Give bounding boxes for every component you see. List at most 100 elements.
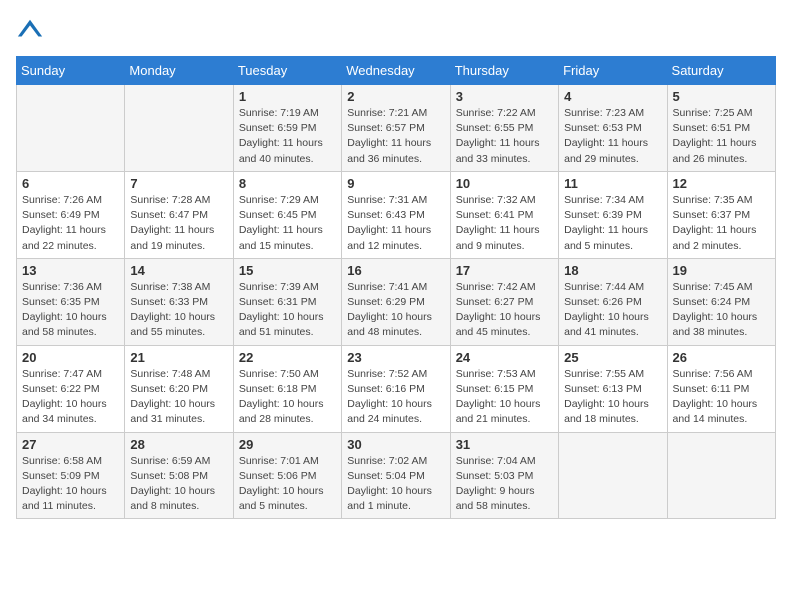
day-number: 30 — [347, 437, 444, 452]
logo — [16, 16, 48, 44]
day-header-friday: Friday — [559, 57, 667, 85]
day-number: 9 — [347, 176, 444, 191]
day-number: 3 — [456, 89, 553, 104]
table-row: 3 Sunrise: 7:22 AM Sunset: 6:55 PM Daylig… — [450, 85, 558, 172]
day-info: Sunrise: 7:26 AM Sunset: 6:49 PM Dayligh… — [22, 193, 119, 254]
day-header-monday: Monday — [125, 57, 233, 85]
day-number: 12 — [673, 176, 770, 191]
day-number: 7 — [130, 176, 227, 191]
table-row: 14 Sunrise: 7:38 AM Sunset: 6:33 PM Dayli… — [125, 258, 233, 345]
day-info: Sunrise: 6:59 AM Sunset: 5:08 PM Dayligh… — [130, 454, 227, 515]
table-row: 8 Sunrise: 7:29 AM Sunset: 6:45 PM Daylig… — [233, 171, 341, 258]
day-info: Sunrise: 7:52 AM Sunset: 6:16 PM Dayligh… — [347, 367, 444, 428]
day-info: Sunrise: 7:36 AM Sunset: 6:35 PM Dayligh… — [22, 280, 119, 341]
day-info: Sunrise: 7:31 AM Sunset: 6:43 PM Dayligh… — [347, 193, 444, 254]
day-info: Sunrise: 7:38 AM Sunset: 6:33 PM Dayligh… — [130, 280, 227, 341]
table-row: 11 Sunrise: 7:34 AM Sunset: 6:39 PM Dayli… — [559, 171, 667, 258]
day-info: Sunrise: 7:42 AM Sunset: 6:27 PM Dayligh… — [456, 280, 553, 341]
day-number: 29 — [239, 437, 336, 452]
table-row: 30 Sunrise: 7:02 AM Sunset: 5:04 PM Dayli… — [342, 432, 450, 519]
day-number: 19 — [673, 263, 770, 278]
table-row: 7 Sunrise: 7:28 AM Sunset: 6:47 PM Daylig… — [125, 171, 233, 258]
day-number: 1 — [239, 89, 336, 104]
day-info: Sunrise: 7:56 AM Sunset: 6:11 PM Dayligh… — [673, 367, 770, 428]
day-number: 8 — [239, 176, 336, 191]
day-number: 16 — [347, 263, 444, 278]
table-row: 4 Sunrise: 7:23 AM Sunset: 6:53 PM Daylig… — [559, 85, 667, 172]
day-info: Sunrise: 7:29 AM Sunset: 6:45 PM Dayligh… — [239, 193, 336, 254]
day-info: Sunrise: 7:22 AM Sunset: 6:55 PM Dayligh… — [456, 106, 553, 167]
calendar-week-1: 1 Sunrise: 7:19 AM Sunset: 6:59 PM Daylig… — [17, 85, 776, 172]
table-row: 13 Sunrise: 7:36 AM Sunset: 6:35 PM Dayli… — [17, 258, 125, 345]
day-info: Sunrise: 7:34 AM Sunset: 6:39 PM Dayligh… — [564, 193, 661, 254]
table-row: 26 Sunrise: 7:56 AM Sunset: 6:11 PM Dayli… — [667, 345, 775, 432]
table-row: 29Sunrise: 7:01 AM Sunset: 5:06 PM Dayli… — [233, 432, 341, 519]
day-number: 24 — [456, 350, 553, 365]
day-info: Sunrise: 7:25 AM Sunset: 6:51 PM Dayligh… — [673, 106, 770, 167]
day-number: 26 — [673, 350, 770, 365]
day-info: Sunrise: 7:53 AM Sunset: 6:15 PM Dayligh… — [456, 367, 553, 428]
day-number: 10 — [456, 176, 553, 191]
calendar-week-5: 27 Sunrise: 6:58 AM Sunset: 5:09 PM Dayli… — [17, 432, 776, 519]
table-row: 16Sunrise: 7:41 AM Sunset: 6:29 PM Dayli… — [342, 258, 450, 345]
table-row: 23 Sunrise: 7:52 AM Sunset: 6:16 PM Dayli… — [342, 345, 450, 432]
calendar-week-2: 6 Sunrise: 7:26 AM Sunset: 6:49 PM Daylig… — [17, 171, 776, 258]
table-row: 12 Sunrise: 7:35 AM Sunset: 6:37 PM Dayli… — [667, 171, 775, 258]
day-number: 18 — [564, 263, 661, 278]
table-row: 22 Sunrise: 7:50 AM Sunset: 6:18 PM Dayli… — [233, 345, 341, 432]
calendar-week-4: 20Sunrise: 7:47 AM Sunset: 6:22 PM Dayli… — [17, 345, 776, 432]
table-row: 17 Sunrise: 7:42 AM Sunset: 6:27 PM Dayli… — [450, 258, 558, 345]
day-info: Sunrise: 7:19 AM Sunset: 6:59 PM Dayligh… — [239, 106, 336, 167]
day-info: Sunrise: 7:32 AM Sunset: 6:41 PM Dayligh… — [456, 193, 553, 254]
day-number: 23 — [347, 350, 444, 365]
day-number: 28 — [130, 437, 227, 452]
day-number: 4 — [564, 89, 661, 104]
table-row: 21Sunrise: 7:48 AM Sunset: 6:20 PM Dayli… — [125, 345, 233, 432]
day-info: Sunrise: 7:50 AM Sunset: 6:18 PM Dayligh… — [239, 367, 336, 428]
day-info: Sunrise: 7:28 AM Sunset: 6:47 PM Dayligh… — [130, 193, 227, 254]
day-info: Sunrise: 7:23 AM Sunset: 6:53 PM Dayligh… — [564, 106, 661, 167]
calendar-week-3: 13 Sunrise: 7:36 AM Sunset: 6:35 PM Dayli… — [17, 258, 776, 345]
day-number: 31 — [456, 437, 553, 452]
table-row: 28 Sunrise: 6:59 AM Sunset: 5:08 PM Dayli… — [125, 432, 233, 519]
table-row — [559, 432, 667, 519]
day-number: 6 — [22, 176, 119, 191]
table-row — [667, 432, 775, 519]
table-row — [17, 85, 125, 172]
table-row: 15Sunrise: 7:39 AM Sunset: 6:31 PM Dayli… — [233, 258, 341, 345]
day-number: 15 — [239, 263, 336, 278]
day-header-tuesday: Tuesday — [233, 57, 341, 85]
day-info: Sunrise: 7:02 AM Sunset: 5:04 PM Dayligh… — [347, 454, 444, 515]
day-header-thursday: Thursday — [450, 57, 558, 85]
table-row: 19Sunrise: 7:45 AM Sunset: 6:24 PM Dayli… — [667, 258, 775, 345]
day-number: 13 — [22, 263, 119, 278]
table-row: 27 Sunrise: 6:58 AM Sunset: 5:09 PM Dayli… — [17, 432, 125, 519]
day-number: 20 — [22, 350, 119, 365]
day-number: 27 — [22, 437, 119, 452]
day-info: Sunrise: 7:21 AM Sunset: 6:57 PM Dayligh… — [347, 106, 444, 167]
day-info: Sunrise: 7:55 AM Sunset: 6:13 PM Dayligh… — [564, 367, 661, 428]
table-row: 31Sunrise: 7:04 AM Sunset: 5:03 PM Dayli… — [450, 432, 558, 519]
table-row: 5 Sunrise: 7:25 AM Sunset: 6:51 PM Daylig… — [667, 85, 775, 172]
table-row — [125, 85, 233, 172]
table-row: 9 Sunrise: 7:31 AM Sunset: 6:43 PM Daylig… — [342, 171, 450, 258]
day-number: 11 — [564, 176, 661, 191]
calendar-table: SundayMondayTuesdayWednesdayThursdayFrid… — [16, 56, 776, 519]
day-header-sunday: Sunday — [17, 57, 125, 85]
table-row: 20Sunrise: 7:47 AM Sunset: 6:22 PM Dayli… — [17, 345, 125, 432]
table-row: 18Sunrise: 7:44 AM Sunset: 6:26 PM Dayli… — [559, 258, 667, 345]
page-header — [16, 16, 776, 44]
day-info: Sunrise: 6:58 AM Sunset: 5:09 PM Dayligh… — [22, 454, 119, 515]
day-number: 2 — [347, 89, 444, 104]
table-row: 24 Sunrise: 7:53 AM Sunset: 6:15 PM Dayli… — [450, 345, 558, 432]
day-number: 17 — [456, 263, 553, 278]
table-row: 2 Sunrise: 7:21 AM Sunset: 6:57 PM Daylig… — [342, 85, 450, 172]
table-row: 10 Sunrise: 7:32 AM Sunset: 6:41 PM Dayli… — [450, 171, 558, 258]
day-info: Sunrise: 7:35 AM Sunset: 6:37 PM Dayligh… — [673, 193, 770, 254]
day-number: 22 — [239, 350, 336, 365]
day-number: 14 — [130, 263, 227, 278]
day-number: 5 — [673, 89, 770, 104]
table-row: 6 Sunrise: 7:26 AM Sunset: 6:49 PM Daylig… — [17, 171, 125, 258]
day-number: 25 — [564, 350, 661, 365]
day-header-wednesday: Wednesday — [342, 57, 450, 85]
